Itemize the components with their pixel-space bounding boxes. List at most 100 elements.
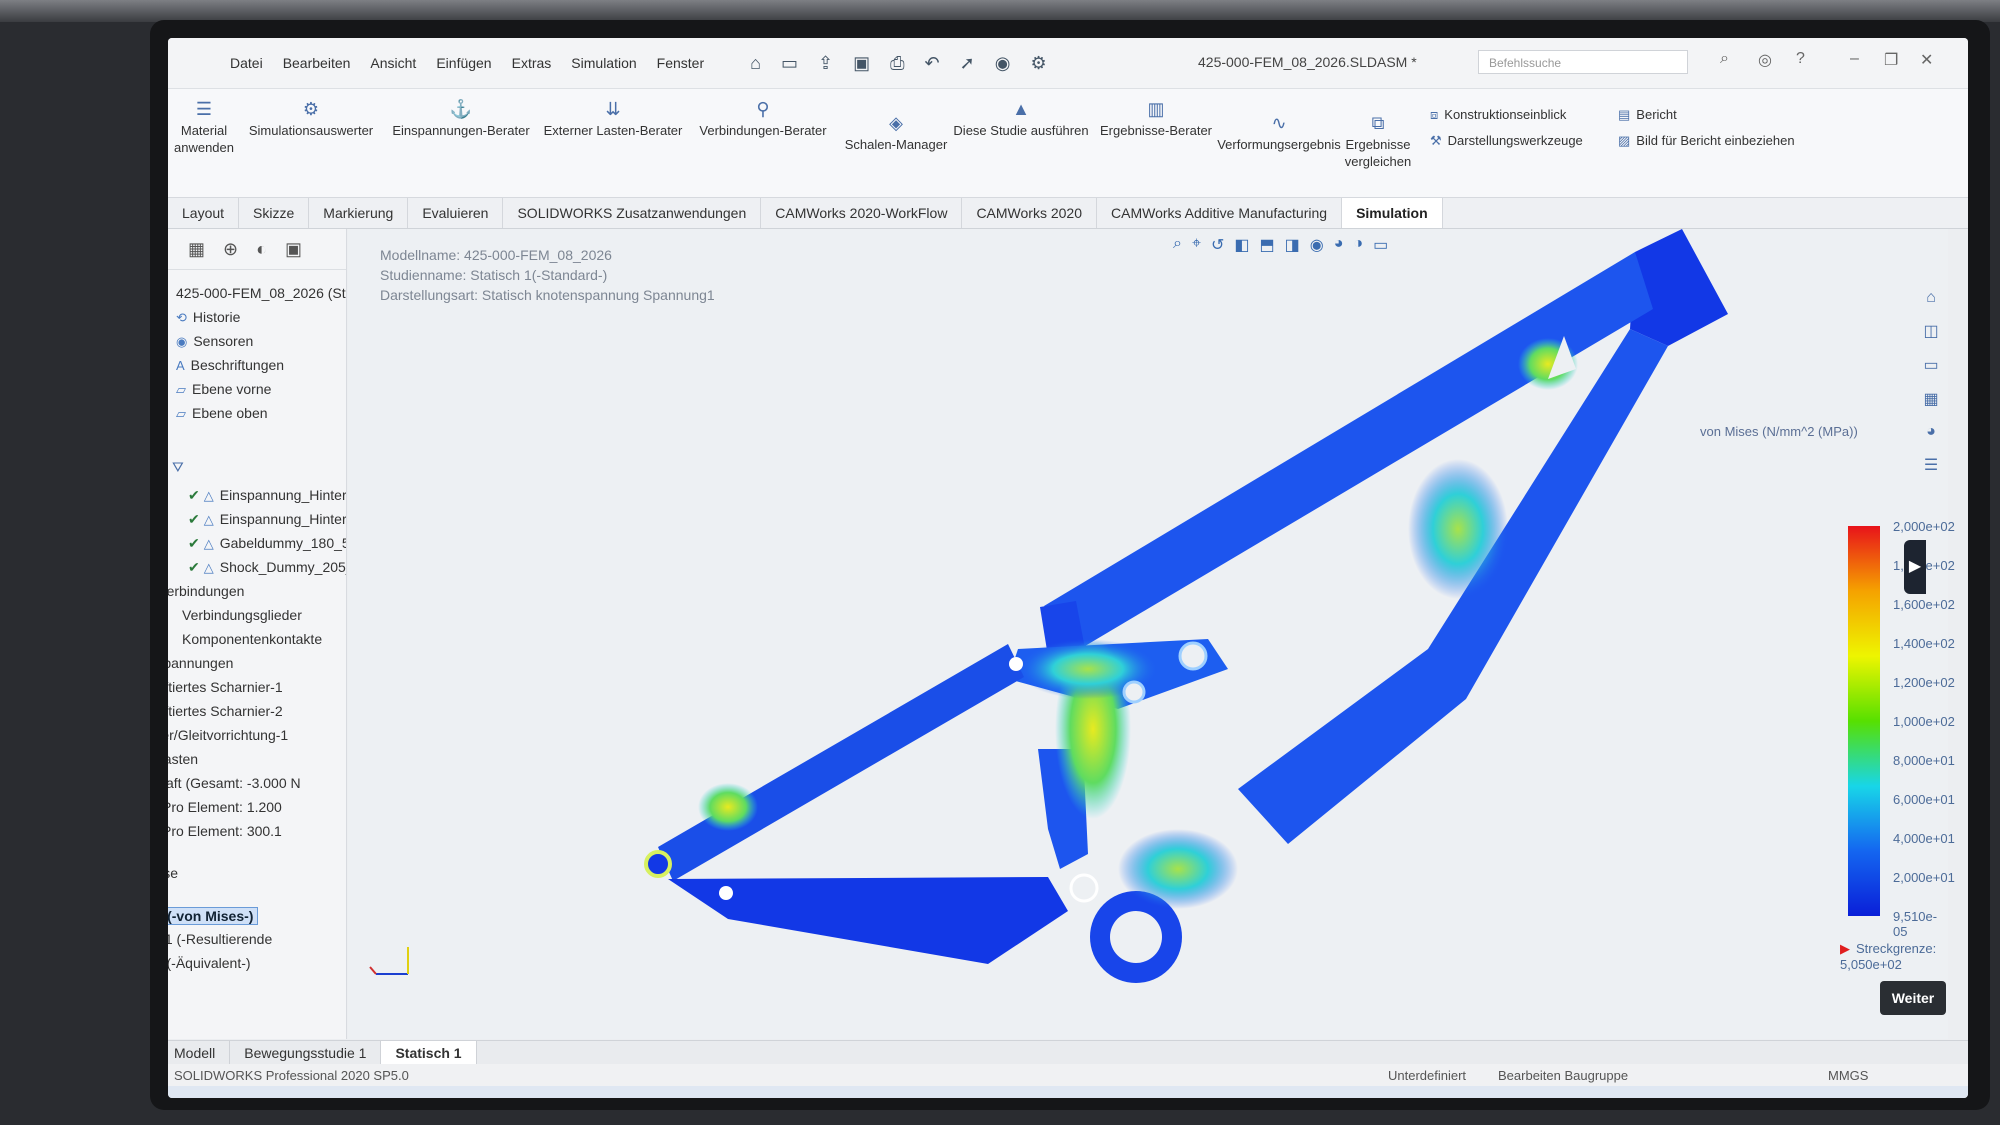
restore-icon[interactable]: ❐ bbox=[1884, 50, 1898, 70]
tree-scharnier-2[interactable]: Stiftiertes Scharnier-2 bbox=[168, 703, 283, 719]
weiter-button[interactable]: Weiter bbox=[1880, 981, 1946, 1015]
pivot-hole[interactable] bbox=[1122, 680, 1146, 704]
rebuild-icon[interactable]: ◉ bbox=[995, 53, 1011, 74]
fixtures-button[interactable]: ⚓ Einspannungen-Berater bbox=[386, 100, 536, 139]
menu-datei[interactable]: Datei bbox=[220, 55, 273, 71]
open-icon[interactable]: ⇪ bbox=[818, 53, 833, 74]
minimize-icon[interactable]: – bbox=[1850, 50, 1859, 68]
run-study-button[interactable]: ▲ Diese Studie ausführen bbox=[946, 100, 1096, 139]
tree-lasten[interactable]: Lasten bbox=[168, 751, 198, 767]
user-icon[interactable]: ◎ bbox=[1758, 50, 1772, 70]
tree-item-ebene-oben[interactable]: ▱ Ebene oben bbox=[176, 405, 268, 422]
tree-scharnier-1[interactable]: Stiftiertes Scharnier-1 bbox=[168, 679, 283, 695]
home-icon[interactable]: ⌂ bbox=[1926, 289, 1936, 307]
results-advisor-button[interactable]: ▥ Ergebnisse-Berater bbox=[1096, 100, 1216, 139]
command-search-input[interactable]: Befehlssuche bbox=[1478, 50, 1688, 74]
tab-statisch[interactable]: Statisch 1 bbox=[381, 1041, 477, 1065]
crosshair-icon[interactable]: ⊕ bbox=[223, 239, 238, 260]
deformation-button[interactable]: ∿ Verformungsergebnis bbox=[1214, 114, 1344, 153]
tree-pro-element-2[interactable]: Pro Element: 300.1 bbox=[168, 823, 282, 839]
tree-item-sensoren[interactable]: ◉ Sensoren bbox=[176, 333, 253, 350]
tree-fixture-2[interactable]: ✔△ Einspannung_Hinterrad bbox=[188, 511, 346, 528]
print-icon[interactable]: ⎙ bbox=[890, 53, 904, 74]
unit-system[interactable]: MMGS bbox=[1828, 1068, 1868, 1083]
menu-fenster[interactable]: Fenster bbox=[647, 55, 714, 71]
menu-simulation[interactable]: Simulation bbox=[561, 55, 646, 71]
tree-item-beschriftungen[interactable]: A Beschriftungen bbox=[176, 357, 284, 373]
appearances-icon[interactable]: ◕ bbox=[1926, 423, 1936, 441]
design-insight-button[interactable]: ⧈ Konstruktionseinblick bbox=[1430, 107, 1566, 123]
camworks-icon[interactable]: ▣ bbox=[285, 239, 302, 260]
shell-manager-button[interactable]: ◈ Schalen-Manager bbox=[836, 114, 956, 153]
menu-ansicht[interactable]: Ansicht bbox=[360, 55, 426, 71]
tree-gleitvorrichtung[interactable]: Lager/Gleitvorrichtung-1 bbox=[168, 727, 288, 743]
home-icon[interactable]: ⌂ bbox=[750, 53, 761, 74]
pivot-hole[interactable] bbox=[1178, 641, 1208, 671]
fea-bike-frame-model[interactable] bbox=[348, 229, 1948, 1039]
tab-camworks-workflow[interactable]: CAMWorks 2020-WorkFlow bbox=[761, 198, 963, 228]
tree-item-historie[interactable]: ⟲ Historie bbox=[176, 309, 240, 326]
menu-einfuegen[interactable]: Einfügen bbox=[426, 55, 501, 71]
options-icon[interactable]: ⚙ bbox=[1030, 53, 1046, 74]
undo-icon[interactable]: ↶ bbox=[925, 53, 940, 74]
pivot-hole[interactable] bbox=[1069, 873, 1099, 903]
pivot-hole[interactable] bbox=[719, 886, 733, 900]
tree-shock-dummy[interactable]: ✔△ Shock_Dummy_205_FEM bbox=[188, 559, 346, 576]
menu-extras[interactable]: Extras bbox=[502, 55, 562, 71]
tree-pro-element-1[interactable]: Pro Element: 1.200 bbox=[168, 799, 282, 815]
tree-komponentenkontakte[interactable]: Komponentenkontakte bbox=[182, 631, 322, 647]
view-palette-icon[interactable]: ▦ bbox=[1923, 389, 1938, 409]
tree-fixture-1[interactable]: ✔△ Einspannung_Hinterrad bbox=[188, 487, 346, 504]
tree-item-ebene-vorne[interactable]: ▱ Ebene vorne bbox=[176, 381, 271, 398]
new-document-icon[interactable]: ▭ bbox=[781, 53, 798, 74]
properties-icon[interactable]: ☰ bbox=[1924, 455, 1938, 475]
tree-fork-dummy[interactable]: ✔△ Gabeldummy_180_550N bbox=[188, 535, 346, 552]
compare-results-button[interactable]: ⧉ Ergebnisse vergleichen bbox=[1342, 114, 1414, 170]
loads-button[interactable]: ⇊ Externer Lasten-Berater bbox=[538, 100, 688, 139]
tab-camworks[interactable]: CAMWorks 2020 bbox=[962, 198, 1097, 228]
select-icon[interactable]: ➚ bbox=[960, 53, 975, 74]
tree-spannungen[interactable]: Spannungen bbox=[168, 655, 233, 671]
dropout-pivot[interactable] bbox=[644, 850, 672, 878]
report-label: Bericht bbox=[1636, 107, 1677, 122]
graphics-area[interactable]: ⌕ ⌖ ↺ ◧ ⬒ ◨ ◉ ◕ ◑ ▭ Modellname: 425-000-… bbox=[348, 229, 1955, 1039]
tree-result-spannung[interactable]: Spannung1 (-von Mises-) bbox=[168, 907, 259, 925]
pivot-hole[interactable] bbox=[1009, 657, 1023, 671]
tree-kraft[interactable]: Kraft (Gesamt: -3.000 N bbox=[168, 775, 301, 791]
seat-stay[interactable] bbox=[658, 644, 1024, 881]
report-button[interactable]: ▤ Bericht bbox=[1618, 107, 1677, 123]
tree-ergebnisse[interactable]: Ergebnisse bbox=[168, 865, 178, 881]
folder-icon[interactable]: ▭ bbox=[1923, 355, 1938, 375]
search-icon[interactable]: ⌕ bbox=[1720, 50, 1729, 68]
tab-layout[interactable]: Layout bbox=[168, 198, 240, 228]
tree-result-dehnung[interactable]: Dehnung1 (-Äquivalent-) bbox=[168, 955, 251, 971]
appearance-icon[interactable]: ◐ bbox=[256, 239, 267, 260]
close-icon[interactable]: ✕ bbox=[1920, 50, 1933, 70]
tree-verbindungsglieder[interactable]: Verbindungsglieder bbox=[182, 607, 302, 623]
help-icon[interactable]: ? bbox=[1796, 50, 1805, 68]
tab-bewegungsstudie[interactable]: Bewegungsstudie 1 bbox=[230, 1041, 382, 1065]
config-manager-icon[interactable]: ▦ bbox=[188, 239, 205, 260]
sim-advisor-button[interactable]: ⚙ Simulationsauswerter bbox=[246, 100, 376, 139]
tree-result-verschiebung[interactable]: Verschiebung1 (-Resultierende bbox=[168, 931, 272, 947]
filter-icon[interactable]: ⛛ bbox=[172, 459, 184, 476]
tab-evaluieren[interactable]: Evaluieren bbox=[408, 198, 504, 228]
include-image-button[interactable]: ▨ Bild für Bericht einbeziehen bbox=[1618, 133, 1795, 149]
connections-button[interactable]: ⚲ Verbindungen-Berater bbox=[688, 100, 838, 139]
resources-icon[interactable]: ◫ bbox=[1923, 321, 1938, 341]
material-button[interactable]: ☰ Material anwenden bbox=[174, 99, 234, 156]
tree-verbindungen[interactable]: Verbindungen bbox=[168, 583, 244, 599]
menu-bearbeiten[interactable]: Bearbeiten bbox=[273, 55, 361, 71]
tab-camworks-additive[interactable]: CAMWorks Additive Manufacturing bbox=[1097, 198, 1343, 228]
tab-modell[interactable]: Modell bbox=[168, 1041, 231, 1065]
tab-simulation[interactable]: Simulation bbox=[1342, 198, 1443, 228]
tab-skizze[interactable]: Skizze bbox=[239, 198, 310, 228]
save-icon[interactable]: ▣ bbox=[853, 53, 870, 74]
plot-tools-label: Darstellungswerkzeuge bbox=[1447, 133, 1583, 148]
tree-root[interactable]: 425-000-FEM_08_2026 (Standard bbox=[176, 285, 346, 301]
expand-panel-button[interactable]: ▶ bbox=[1904, 540, 1926, 594]
material-icon: ☰ bbox=[195, 99, 213, 119]
tab-zusatzanwendungen[interactable]: SOLIDWORKS Zusatzanwendungen bbox=[503, 198, 762, 228]
plot-tools-button[interactable]: ⚒ Darstellungswerkzeuge bbox=[1430, 133, 1583, 149]
tab-markierung[interactable]: Markierung bbox=[309, 198, 409, 228]
